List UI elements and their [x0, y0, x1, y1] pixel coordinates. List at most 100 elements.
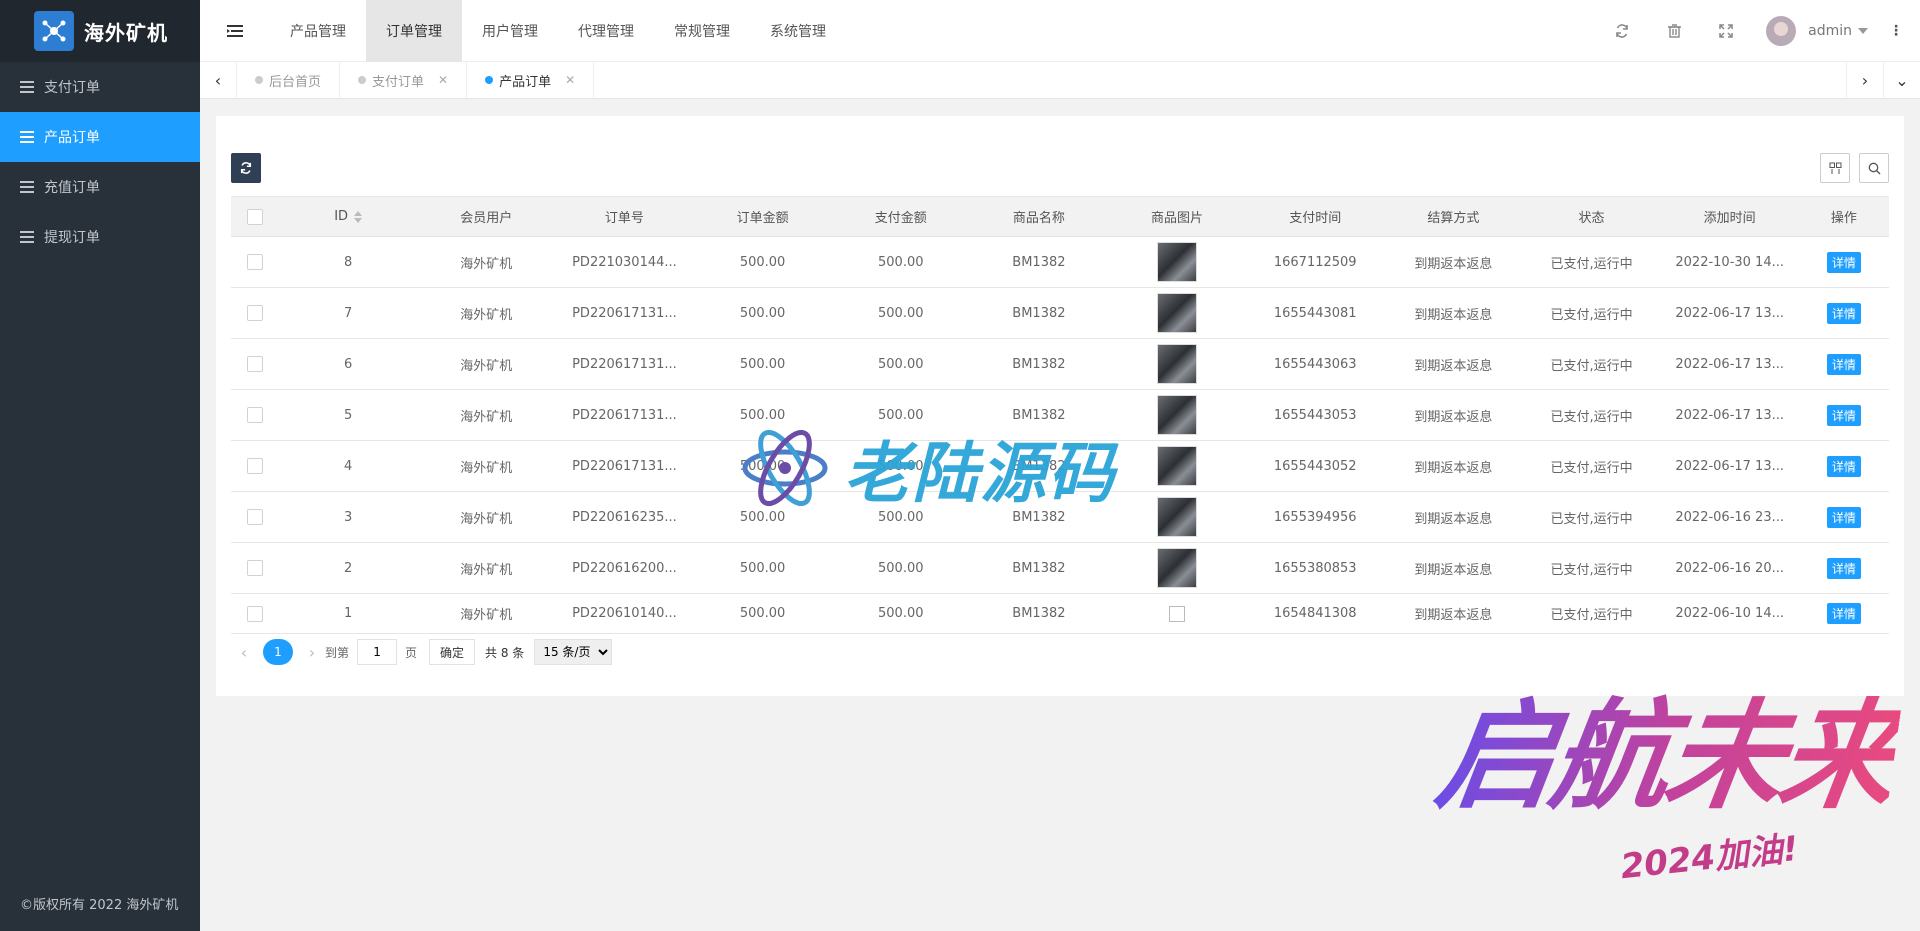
cell-product: BM1382	[969, 440, 1108, 492]
detail-button[interactable]: 详情	[1826, 353, 1861, 375]
column-filter-icon[interactable]	[1820, 153, 1850, 183]
product-thumbnail[interactable]	[1157, 548, 1198, 588]
goto-confirm-button[interactable]: 确定	[429, 639, 476, 665]
cell-paid: 500.00	[831, 389, 970, 441]
product-thumbnail[interactable]	[1157, 242, 1198, 282]
broken-image-icon[interactable]	[1169, 605, 1186, 622]
nav-general-management[interactable]: 常规管理	[654, 0, 750, 62]
product-thumbnail[interactable]	[1157, 446, 1198, 486]
cell-pay-time: 1667112509	[1246, 236, 1385, 288]
cell-status: 已支付,运行中	[1522, 491, 1661, 543]
user-menu[interactable]: admin	[1752, 15, 1882, 46]
cell-user: 海外矿机	[417, 542, 556, 594]
search-icon[interactable]	[1859, 153, 1889, 183]
prev-page-icon[interactable]: ‹	[231, 643, 257, 662]
username: admin	[1808, 22, 1852, 39]
cell-order-no: PD221030144...	[555, 236, 694, 288]
col-id[interactable]: ID	[279, 196, 418, 237]
cell-product-image	[1107, 287, 1247, 339]
sidebar-item-label: 提现订单	[44, 230, 100, 246]
row-checkbox[interactable]	[247, 254, 264, 270]
current-page-button[interactable]: 1	[263, 639, 293, 665]
detail-button[interactable]: 详情	[1826, 506, 1861, 528]
row-checkbox[interactable]	[247, 509, 264, 525]
cell-user: 海外矿机	[417, 236, 556, 288]
sidebar-item-recharge-orders[interactable]: 充值订单	[0, 162, 200, 212]
tab-close-icon[interactable]: ✕	[565, 73, 575, 87]
tab-product-orders[interactable]: 产品订单 ✕	[467, 62, 595, 98]
trash-icon[interactable]	[1648, 0, 1700, 62]
sidebar: 海外矿机 支付订单 产品订单 充值订单 提现订单 ©版权所有 2022 海外矿机	[0, 0, 200, 931]
tab-dropdown-icon[interactable]: ⌄	[1883, 62, 1920, 98]
cell-product-image	[1107, 338, 1247, 390]
nav-user-management[interactable]: 用户管理	[462, 0, 558, 62]
cell-paid: 500.00	[831, 287, 970, 339]
table-row: 3 海外矿机 PD220616235... 500.00 500.00 BM1382 165…	[231, 491, 1889, 543]
nav-agent-management[interactable]: 代理管理	[558, 0, 654, 62]
detail-button[interactable]: 详情	[1826, 404, 1861, 426]
detail-button[interactable]: 详情	[1826, 251, 1861, 273]
tab-close-icon[interactable]: ✕	[438, 73, 448, 87]
cell-amount: 500.00	[693, 593, 832, 634]
row-checkbox-cell	[231, 338, 280, 390]
table-refresh-button[interactable]	[231, 153, 261, 183]
row-checkbox[interactable]	[247, 560, 264, 576]
detail-button[interactable]: 详情	[1826, 455, 1861, 477]
tab-scroll-right-icon[interactable]: ›	[1846, 62, 1883, 98]
cell-settle: 到期返本返息	[1384, 440, 1523, 492]
cell-product-image	[1107, 593, 1247, 634]
cell-order-no: PD220616200...	[555, 542, 694, 594]
detail-button[interactable]: 详情	[1826, 302, 1861, 324]
product-thumbnail[interactable]	[1157, 395, 1198, 435]
cell-id: 2	[279, 542, 418, 594]
cell-id: 1	[279, 593, 418, 634]
goto-page-input[interactable]	[357, 639, 398, 665]
sidebar-item-product-orders[interactable]: 产品订单	[0, 112, 200, 162]
row-checkbox[interactable]	[247, 605, 264, 622]
list-icon	[20, 131, 34, 143]
page-size-select[interactable]: 15 条/页	[534, 639, 613, 665]
product-thumbnail[interactable]	[1157, 344, 1198, 384]
cell-action: 详情	[1798, 389, 1889, 441]
nav-system-management[interactable]: 系统管理	[750, 0, 846, 62]
row-checkbox[interactable]	[247, 356, 264, 372]
sidebar-menu: 支付订单 产品订单 充值订单 提现订单	[0, 62, 200, 262]
detail-button[interactable]: 详情	[1826, 557, 1861, 579]
fullscreen-icon[interactable]	[1700, 0, 1752, 62]
cell-settle: 到期返本返息	[1384, 542, 1523, 594]
product-thumbnail[interactable]	[1157, 293, 1198, 333]
sort-icon[interactable]	[354, 210, 363, 223]
list-icon	[20, 231, 34, 243]
sidebar-item-pay-orders[interactable]: 支付订单	[0, 62, 200, 112]
sidebar-item-withdraw-orders[interactable]: 提现订单	[0, 212, 200, 262]
tab-pay-orders[interactable]: 支付订单 ✕	[340, 62, 468, 98]
row-checkbox[interactable]	[247, 458, 264, 474]
col-amount: 订单金额	[693, 196, 832, 237]
row-checkbox[interactable]	[247, 305, 264, 321]
cell-product-image	[1107, 542, 1247, 594]
cell-paid: 500.00	[831, 593, 970, 634]
select-all-checkbox[interactable]	[247, 208, 264, 225]
header: 产品管理 订单管理 用户管理 代理管理 常规管理 系统管理 admin ⋮	[200, 0, 1920, 62]
next-page-icon[interactable]: ›	[299, 643, 325, 662]
sidebar-item-label: 支付订单	[44, 80, 100, 96]
cell-id: 3	[279, 491, 418, 543]
tab-home[interactable]: 后台首页	[237, 62, 341, 98]
nav-order-management[interactable]: 订单管理	[366, 0, 462, 62]
tab-scroll-left-icon[interactable]: ‹	[200, 62, 237, 98]
detail-button[interactable]: 详情	[1826, 603, 1861, 624]
refresh-icon[interactable]	[1596, 0, 1648, 62]
product-thumbnail[interactable]	[1157, 497, 1198, 537]
logo[interactable]: 海外矿机	[0, 0, 200, 62]
cell-amount: 500.00	[693, 440, 832, 492]
table-row: 2 海外矿机 PD220616200... 500.00 500.00 BM1382 165…	[231, 542, 1889, 594]
cell-order-no: PD220616235...	[555, 491, 694, 543]
header-tools: admin ⋮	[1596, 0, 1920, 62]
nav-product-management[interactable]: 产品管理	[270, 0, 366, 62]
row-checkbox[interactable]	[247, 407, 264, 423]
cell-user: 海外矿机	[417, 338, 556, 390]
col-image: 商品图片	[1107, 196, 1247, 237]
more-vertical-icon[interactable]: ⋮	[1882, 23, 1910, 39]
menu-toggle-icon[interactable]	[200, 0, 270, 62]
table-row: 5 海外矿机 PD220617131... 500.00 500.00 BM1382 165…	[231, 389, 1889, 441]
